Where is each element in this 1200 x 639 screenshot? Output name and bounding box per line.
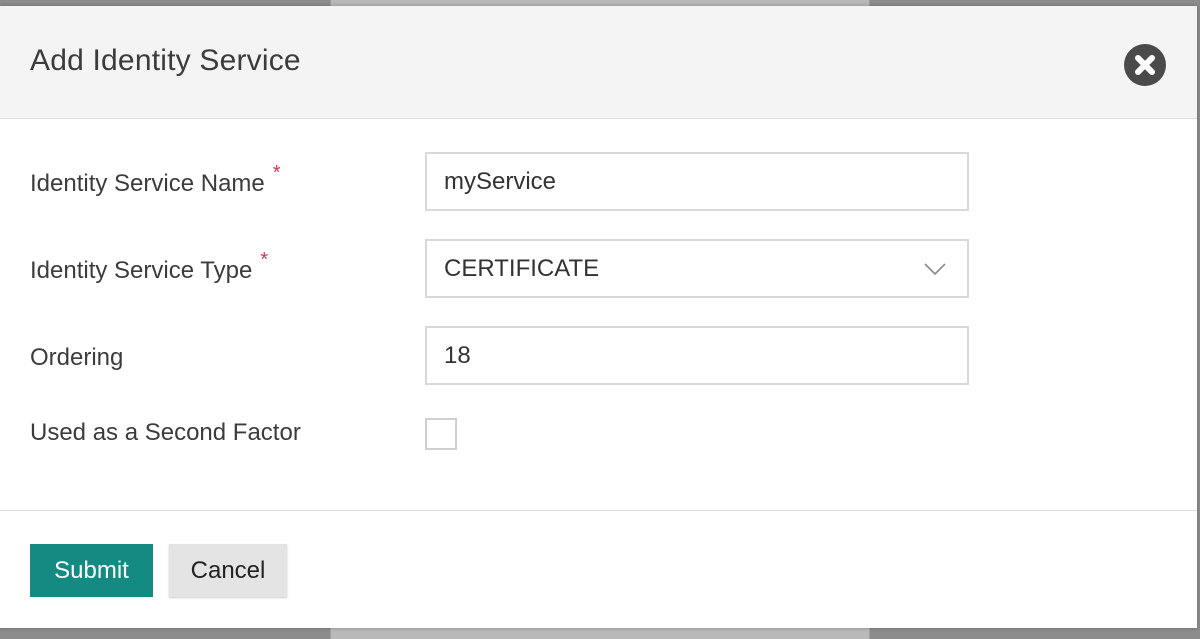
dialog-header: Add Identity Service (0, 6, 1197, 119)
close-circle-icon (1135, 55, 1155, 75)
name-input-value: myService (444, 168, 557, 195)
ordering-input-value: 18 (444, 342, 471, 369)
identity-service-name-input[interactable]: myService (425, 152, 969, 211)
second-factor-checkbox[interactable] (425, 418, 457, 450)
type-select-value: CERTIFICATE (444, 255, 600, 282)
chevron-down-icon (924, 263, 946, 276)
type-label: Identity Service Type * (30, 249, 269, 284)
dialog-title: Add Identity Service (30, 44, 301, 77)
cancel-button[interactable]: Cancel (169, 544, 287, 597)
ordering-label: Ordering (30, 344, 124, 371)
dialog-footer: Submit Cancel (0, 510, 1197, 628)
submit-button[interactable]: Submit (30, 544, 153, 597)
required-marker: * (260, 249, 269, 271)
second-factor-label: Used as a Second Factor (30, 419, 301, 446)
ordering-input[interactable]: 18 (425, 326, 969, 385)
add-identity-service-dialog: Add Identity Service Identity Service Na… (0, 6, 1197, 628)
required-marker: * (272, 162, 281, 184)
name-label: Identity Service Name * (30, 162, 281, 197)
close-button[interactable] (1124, 44, 1166, 86)
identity-service-type-select[interactable]: CERTIFICATE (425, 239, 969, 298)
